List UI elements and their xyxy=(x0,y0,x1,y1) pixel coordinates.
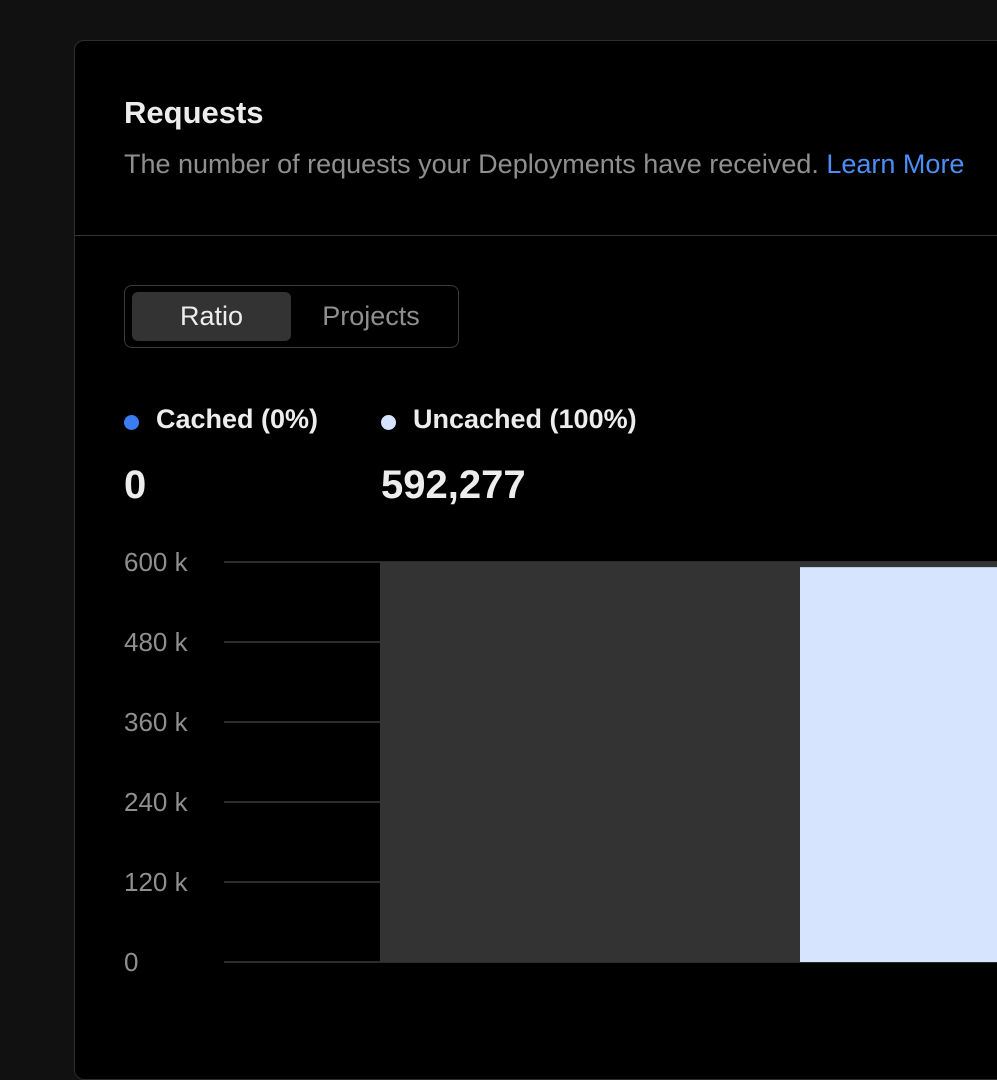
y-tick-label: 480 k xyxy=(124,627,189,657)
y-tick-label: 120 k xyxy=(124,867,189,897)
chart-tick-labels: 0 120 k 240 k 360 k 480 k 600 k xyxy=(124,547,189,977)
bar-uncached[interactable] xyxy=(800,567,997,962)
chart-bars xyxy=(380,562,997,962)
y-tick-label: 600 k xyxy=(124,547,189,577)
y-tick-label: 0 xyxy=(124,947,138,977)
y-tick-label: 360 k xyxy=(124,707,189,737)
y-tick-label: 240 k xyxy=(124,787,189,817)
requests-chart: 0 120 k 240 k 360 k 480 k 600 k xyxy=(124,547,997,977)
requests-card: Requests The number of requests your Dep… xyxy=(74,40,997,1080)
